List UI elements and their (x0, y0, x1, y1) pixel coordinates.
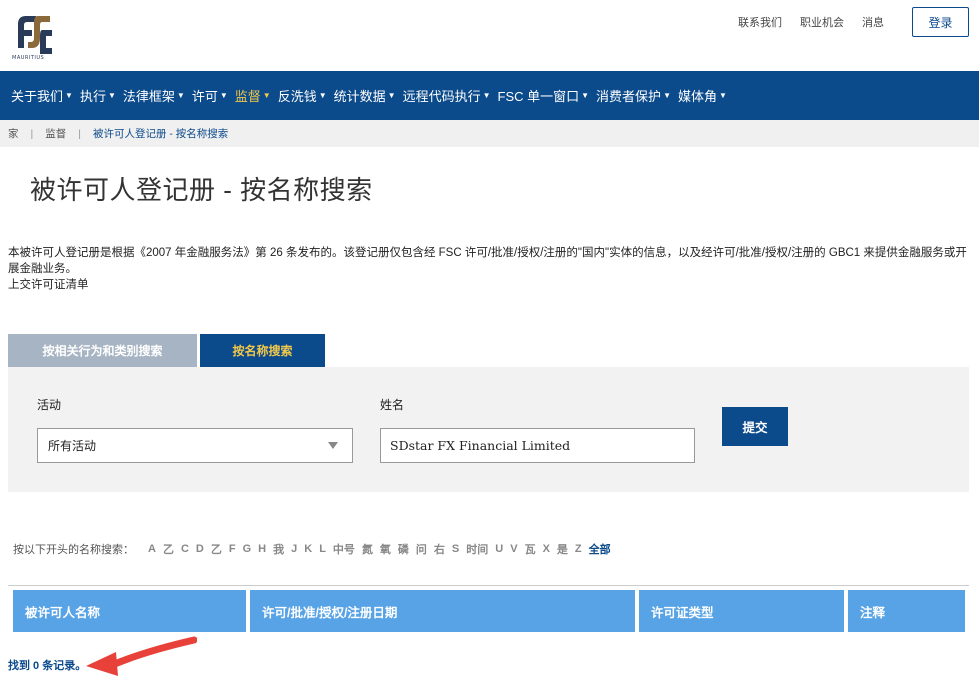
caret-down-icon: ▼ (219, 91, 228, 100)
page-title: 被许可人登记册 - 按名称搜索 (30, 175, 373, 205)
breadcrumb-separator: | (78, 127, 81, 140)
nav-item-supervision[interactable]: 监督 ▼ (235, 86, 271, 105)
alphabet-label: 按以下开头的名称搜索： (13, 544, 134, 556)
nav-item-statistics[interactable]: 统计数据 ▼ (334, 86, 396, 105)
nav-item-about[interactable]: 关于我们 ▼ (11, 86, 73, 105)
alphabet-letter[interactable]: V (510, 543, 517, 555)
nav-item-label: 法律框架 (122, 89, 175, 104)
nav-item-rce[interactable]: 远程代码执行 ▼ (403, 86, 491, 105)
alphabet-letter[interactable]: C (181, 543, 189, 555)
alphabet-filter: 按以下开头的名称搜索： A 乙 C D 乙 F G H 我 J K L 中号 氮… (13, 541, 611, 557)
name-input[interactable]: SDstar FX Financial Limited (380, 428, 695, 463)
nav-item-label: 统计数据 (333, 89, 386, 104)
activity-select[interactable]: 所有活动 (37, 428, 353, 463)
breadcrumb-separator: | (30, 127, 34, 140)
alphabet-letter[interactable]: 右 (434, 541, 445, 557)
alphabet-letter[interactable]: 磷 (398, 541, 409, 557)
caret-down-icon: ▼ (581, 91, 590, 100)
alphabet-letter[interactable]: U (495, 543, 503, 555)
alphabet-letter[interactable]: G (243, 543, 252, 555)
caret-down-icon: ▼ (65, 91, 73, 100)
alphabet-letter[interactable]: 乙 (163, 541, 174, 557)
nav-item-label: 执行 (79, 89, 106, 104)
nav-item-label: 远程代码执行 (402, 89, 481, 104)
nav-item-legal[interactable]: 法律框架 ▼ (123, 86, 185, 105)
submit-button[interactable]: 提交 (722, 407, 788, 446)
column-header-license-date[interactable]: 许可/批准/授权/注册日期 (250, 590, 635, 632)
description: 本被许可人登记册是根据《2007 年金融服务法》第 26 条发布的。该登记册仅包… (8, 245, 973, 293)
nav-item-consumer[interactable]: 消费者保护 ▼ (596, 86, 671, 105)
chevron-down-icon (328, 442, 338, 449)
nav-item-media[interactable]: 媒体角 ▼ (678, 86, 727, 105)
caret-down-icon: ▼ (318, 91, 327, 100)
caret-down-icon: ▼ (176, 91, 185, 100)
caret-down-icon: ▼ (387, 91, 396, 100)
login-button[interactable]: 登录 (912, 7, 969, 37)
caret-down-icon: ▼ (482, 91, 491, 100)
careers-link[interactable]: 职业机会 (800, 14, 844, 30)
caret-down-icon: ▼ (663, 91, 671, 100)
alphabet-letter[interactable]: F (229, 543, 236, 555)
activity-select-value: 所有活动 (48, 439, 97, 453)
caret-down-icon: ▼ (262, 91, 271, 100)
alphabet-letter[interactable]: 是 (557, 541, 568, 557)
news-link[interactable]: 消息 (862, 14, 884, 30)
description-text: 本被许可人登记册是根据《2007 年金融服务法》第 26 条发布的。该登记册仅包… (8, 247, 967, 275)
alphabet-letter[interactable]: 乙 (211, 541, 222, 557)
alphabet-letter[interactable]: D (196, 543, 204, 555)
breadcrumb-supervision[interactable]: 监督 (45, 126, 66, 141)
tab-search-by-activity[interactable]: 按相关行为和类别搜索 (8, 334, 197, 367)
nav-item-label: 关于我们 (11, 89, 64, 104)
alphabet-letter[interactable]: K (304, 543, 312, 555)
alphabet-letter[interactable]: 我 (273, 541, 284, 557)
caret-down-icon: ▼ (107, 91, 116, 100)
nav-item-label: 媒体角 (677, 89, 717, 104)
nav-item-execution[interactable]: 执行 ▼ (80, 86, 116, 105)
nav-item-single-window[interactable]: FSC 单一窗口 ▼ (498, 86, 590, 105)
alphabet-letter[interactable]: H (258, 543, 266, 555)
alphabet-letter[interactable]: 氮 (362, 541, 373, 557)
logo-text: MAURITIUS (12, 55, 45, 61)
alphabet-all[interactable]: 全部 (589, 541, 611, 557)
table-divider (8, 585, 969, 586)
column-header-license-type[interactable]: 许可证类型 (639, 590, 844, 632)
nav-item-label: FSC 单一窗口 (497, 89, 580, 104)
page: MAURITIUS 联系我们 职业机会 消息 登录 关于我们 ▼ 执行 ▼ 法律框架… (0, 0, 979, 680)
nav-item-licensing[interactable]: 许可 ▼ (192, 86, 228, 105)
alphabet-letter[interactable]: 氧 (380, 541, 391, 557)
caret-down-icon: ▼ (719, 91, 727, 100)
tab-search-by-name[interactable]: 按名称搜索 (200, 334, 325, 367)
alphabet-letter[interactable]: L (319, 543, 326, 555)
alphabet-letter[interactable]: 时间 (466, 541, 488, 557)
annotation-arrow-icon (86, 636, 197, 676)
column-header-notes[interactable]: 注释 (848, 590, 965, 632)
nav-item-label: 许可 (191, 89, 218, 104)
alphabet-letter[interactable]: 问 (416, 541, 427, 557)
alphabet-letter[interactable]: A (148, 543, 156, 555)
name-label: 姓名 (380, 398, 405, 412)
site-header: MAURITIUS 联系我们 职业机会 消息 登录 (0, 0, 979, 71)
main-nav: 关于我们 ▼ 执行 ▼ 法律框架 ▼ 许可 ▼ 监督 ▼ 反洗钱 ▼ 统计数据 ▼ 远程代码执… (0, 71, 979, 120)
records-count: 找到 0 条记录。 (8, 660, 87, 672)
search-panel: 活动 所有活动 姓名 SDstar FX Financial Limited 提… (8, 367, 969, 492)
contact-link[interactable]: 联系我们 (738, 14, 782, 30)
alphabet-letter[interactable]: 瓦 (525, 541, 536, 557)
nav-item-aml[interactable]: 反洗钱 ▼ (278, 86, 327, 105)
alphabet-letter[interactable]: X (543, 543, 550, 555)
nav-item-label: 反洗钱 (277, 89, 317, 104)
alphabet-letter[interactable]: J (291, 543, 297, 555)
nav-item-label: 监督 (234, 89, 261, 104)
column-header-licensee-name[interactable]: 被许可人名称 (13, 590, 246, 632)
alphabet-letter[interactable]: S (452, 543, 459, 555)
breadcrumb-current: 被许可人登记册 - 按名称搜索 (92, 128, 229, 140)
breadcrumb: 家 | 监督 | 被许可人登记册 - 按名称搜索 (0, 120, 979, 147)
alphabet-letter[interactable]: 中号 (333, 541, 355, 557)
license-list-link[interactable]: 上交许可证清单 (8, 277, 973, 293)
nav-item-label: 消费者保护 (596, 89, 662, 104)
alphabet-letter[interactable]: Z (575, 543, 582, 555)
activity-label: 活动 (37, 398, 62, 412)
breadcrumb-home[interactable]: 家 (8, 126, 19, 141)
top-links: 联系我们 职业机会 消息 (738, 14, 884, 30)
